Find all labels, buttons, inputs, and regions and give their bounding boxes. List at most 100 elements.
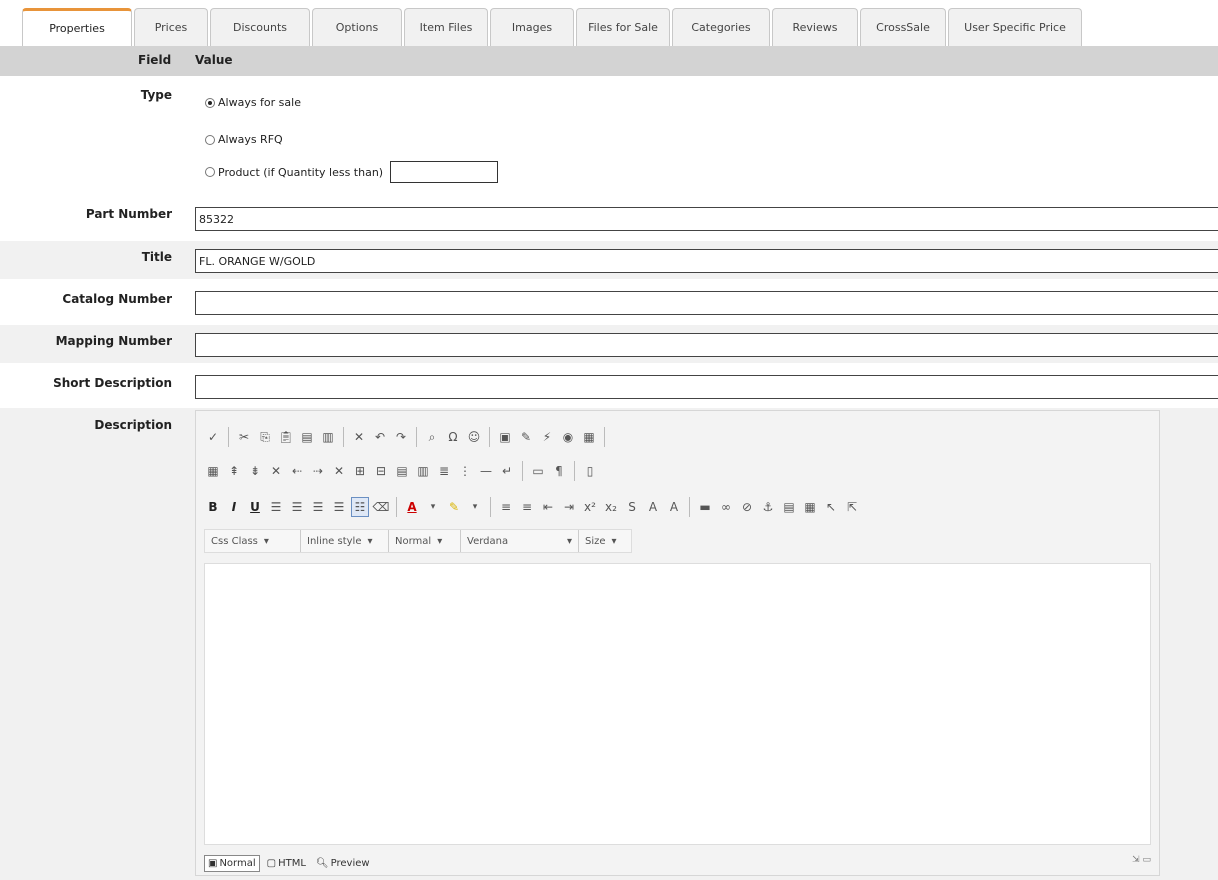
paste-text-icon[interactable]: ▤	[298, 427, 316, 447]
css-class-dropdown[interactable]: Css Class ▾	[205, 530, 301, 552]
col-props-icon[interactable]: ⋮	[456, 461, 474, 481]
bold-icon[interactable]: B	[204, 497, 222, 517]
break-icon[interactable]: ↵	[498, 461, 516, 481]
tab-user-specific-price[interactable]: User Specific Price	[948, 8, 1082, 46]
absolute-position-icon[interactable]: ⇱	[843, 497, 861, 517]
underline-icon[interactable]: U	[246, 497, 264, 517]
font-color-icon[interactable]: A	[403, 497, 421, 517]
align-right-icon[interactable]: ☰	[309, 497, 327, 517]
insert-row-before-icon[interactable]: ⇞	[225, 461, 243, 481]
separator	[574, 461, 575, 481]
redo-icon[interactable]: ↷	[392, 427, 410, 447]
indent-icon[interactable]: ⇥	[560, 497, 578, 517]
media-icon[interactable]: ◉	[559, 427, 577, 447]
clear-icon[interactable]: ✕	[350, 427, 368, 447]
special-char-icon[interactable]: Ω	[444, 427, 462, 447]
tab-crosssale[interactable]: CrossSale	[860, 8, 946, 46]
row-props-icon[interactable]: ≣	[435, 461, 453, 481]
align-left-icon[interactable]: ☰	[267, 497, 285, 517]
eraser-icon[interactable]: ⌫	[372, 497, 390, 517]
preview-mode-button[interactable]: 🔍︎ Preview	[313, 855, 373, 872]
catalog-number-input[interactable]	[195, 291, 1218, 315]
separator	[343, 427, 344, 447]
radio-always-rfq[interactable]: Always RFQ	[205, 133, 283, 146]
radio-always-for-sale[interactable]: Always for sale	[205, 96, 301, 109]
paragraph-dropdown[interactable]: Normal ▾	[389, 530, 461, 552]
table-props-icon[interactable]: ▥	[414, 461, 432, 481]
spellcheck-icon[interactable]: ✓	[204, 427, 222, 447]
tab-properties[interactable]: Properties	[22, 8, 132, 46]
editor-content-area[interactable]	[204, 563, 1151, 845]
undo-icon[interactable]: ↶	[371, 427, 389, 447]
superscript-icon[interactable]: x²	[581, 497, 599, 517]
radio-button[interactable]	[205, 167, 215, 177]
dropdown-arrow-icon[interactable]: ▾	[424, 497, 442, 517]
insert-row-after-icon[interactable]: ⇟	[246, 461, 264, 481]
table-wizard-icon[interactable]: ▦	[801, 497, 819, 517]
insert-col-before-icon[interactable]: ⇠	[288, 461, 306, 481]
paste-word-icon[interactable]: ▥	[319, 427, 337, 447]
insert-col-after-icon[interactable]: ⇢	[309, 461, 327, 481]
subscript-icon[interactable]: x₂	[602, 497, 620, 517]
short-description-input[interactable]	[195, 375, 1218, 399]
highlight-icon[interactable]: ✎	[445, 497, 463, 517]
tab-reviews[interactable]: Reviews	[772, 8, 858, 46]
horizontal-rule-icon[interactable]: ▬	[696, 497, 714, 517]
show-borders-icon[interactable]: ▭	[529, 461, 547, 481]
image-icon[interactable]: ▣	[496, 427, 514, 447]
flash-icon[interactable]: ⚡	[538, 427, 556, 447]
paste-icon[interactable]: 📋︎	[277, 427, 295, 447]
font-smaller-icon[interactable]: A	[665, 497, 683, 517]
tab-images[interactable]: Images	[490, 8, 574, 46]
align-center-icon[interactable]: ☰	[288, 497, 306, 517]
outdent-icon[interactable]: ⇤	[539, 497, 557, 517]
tab-prices[interactable]: Prices	[134, 8, 208, 46]
radio-button[interactable]	[205, 97, 215, 108]
find-icon[interactable]: ⌕	[423, 427, 441, 447]
tab-options[interactable]: Options	[312, 8, 402, 46]
split-icon[interactable]: ⊟	[372, 461, 390, 481]
strikethrough-icon[interactable]: S	[623, 497, 641, 517]
hr-icon[interactable]: —	[477, 461, 495, 481]
copy-icon[interactable]: ⎘	[256, 427, 274, 447]
table-icon[interactable]: ▦	[204, 461, 222, 481]
delete-col-icon[interactable]: ✕	[330, 461, 348, 481]
tab-files-for-sale[interactable]: Files for Sale	[576, 8, 670, 46]
size-dropdown[interactable]: Size ▾	[579, 530, 631, 552]
anchor-icon[interactable]: ⚓	[759, 497, 777, 517]
title-input[interactable]: FL. ORANGE W/GOLD	[195, 249, 1218, 273]
dropdown-arrow-icon[interactable]: ▾	[466, 497, 484, 517]
template-icon[interactable]: ▯	[581, 461, 599, 481]
format-block-icon[interactable]: ☷	[351, 497, 369, 517]
paragraph-icon[interactable]: ¶	[550, 461, 568, 481]
font-dropdown[interactable]: Verdana ▾	[461, 530, 579, 552]
link-icon[interactable]: ∞	[717, 497, 735, 517]
emoticon-icon[interactable]: ☺	[465, 427, 483, 447]
font-larger-icon[interactable]: A	[644, 497, 662, 517]
tab-categories[interactable]: Categories	[672, 8, 770, 46]
tab-item-files[interactable]: Item Files	[404, 8, 488, 46]
cut-icon[interactable]: ✂	[235, 427, 253, 447]
mapping-number-input[interactable]	[195, 333, 1218, 357]
ordered-list-icon[interactable]: ≡	[497, 497, 515, 517]
html-mode-button[interactable]: ▢ HTML	[264, 855, 309, 872]
radio-button[interactable]	[205, 134, 215, 145]
normal-mode-button[interactable]: ▣ Normal	[204, 855, 260, 872]
tab-discounts[interactable]: Discounts	[210, 8, 310, 46]
cell-props-icon[interactable]: ▤	[393, 461, 411, 481]
quantity-input[interactable]	[390, 161, 499, 183]
radio-product-quantity[interactable]: Product (if Quantity less than)	[205, 161, 499, 183]
italic-icon[interactable]: I	[225, 497, 243, 517]
document-icon[interactable]: ✎	[517, 427, 535, 447]
pdf-icon[interactable]: ▦	[580, 427, 598, 447]
unordered-list-icon[interactable]: ≡	[518, 497, 536, 517]
inline-style-dropdown[interactable]: Inline style ▾	[301, 530, 389, 552]
resize-handle-icon[interactable]: ⇲ ▭	[1132, 855, 1151, 865]
select-all-icon[interactable]: ↖	[822, 497, 840, 517]
merge-icon[interactable]: ⊞	[351, 461, 369, 481]
align-justify-icon[interactable]: ☰	[330, 497, 348, 517]
part-number-input[interactable]: 85322	[195, 207, 1218, 231]
delete-row-icon[interactable]: ✕	[267, 461, 285, 481]
unlink-icon[interactable]: ⊘	[738, 497, 756, 517]
image-map-icon[interactable]: ▤	[780, 497, 798, 517]
